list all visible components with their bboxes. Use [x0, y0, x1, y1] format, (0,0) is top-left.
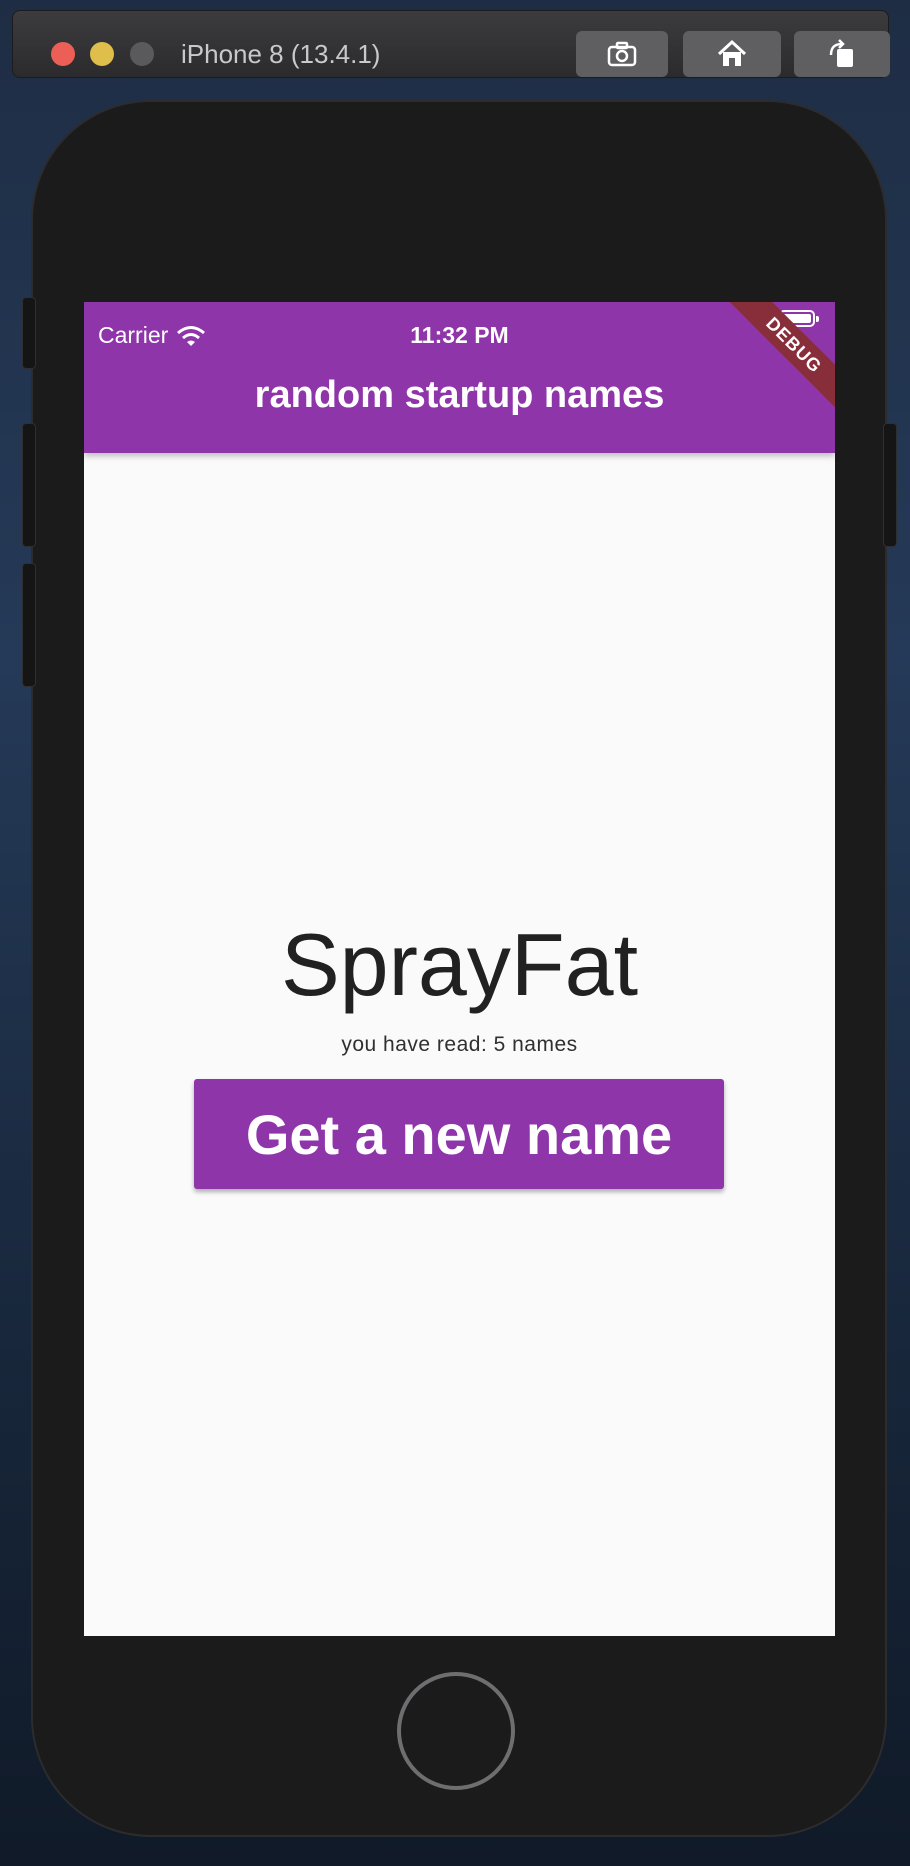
- read-count-label: you have read: 5 names: [341, 1033, 578, 1056]
- mute-switch: [22, 297, 36, 369]
- home-button[interactable]: [683, 31, 781, 77]
- minimize-window-button[interactable]: [90, 42, 114, 66]
- volume-down-button: [22, 563, 36, 687]
- startup-name: SprayFat: [280, 915, 639, 1014]
- camera-icon: [607, 41, 637, 67]
- zoom-window-button: [130, 42, 154, 66]
- volume-up-button: [22, 423, 36, 547]
- app-screen: Carrier 11:32 PM random startup names DE…: [84, 302, 835, 1636]
- screenshot-button[interactable]: [576, 31, 668, 77]
- home-icon: [717, 39, 747, 66]
- close-window-button[interactable]: [51, 42, 75, 66]
- rotate-icon: [829, 39, 853, 67]
- simulator-title: iPhone 8 (13.4.1): [181, 39, 381, 69]
- power-button: [883, 423, 897, 547]
- get-new-name-button[interactable]: Get a new name: [194, 1079, 724, 1189]
- app-bar: Carrier 11:32 PM random startup names DE…: [84, 302, 835, 453]
- hardware-home-button[interactable]: [397, 1672, 515, 1790]
- app-title: random startup names: [254, 374, 665, 416]
- simulator-toolbar: iPhone 8 (13.4.1): [12, 10, 890, 78]
- rotate-button[interactable]: [794, 31, 890, 77]
- status-time: 11:32 PM: [410, 322, 509, 348]
